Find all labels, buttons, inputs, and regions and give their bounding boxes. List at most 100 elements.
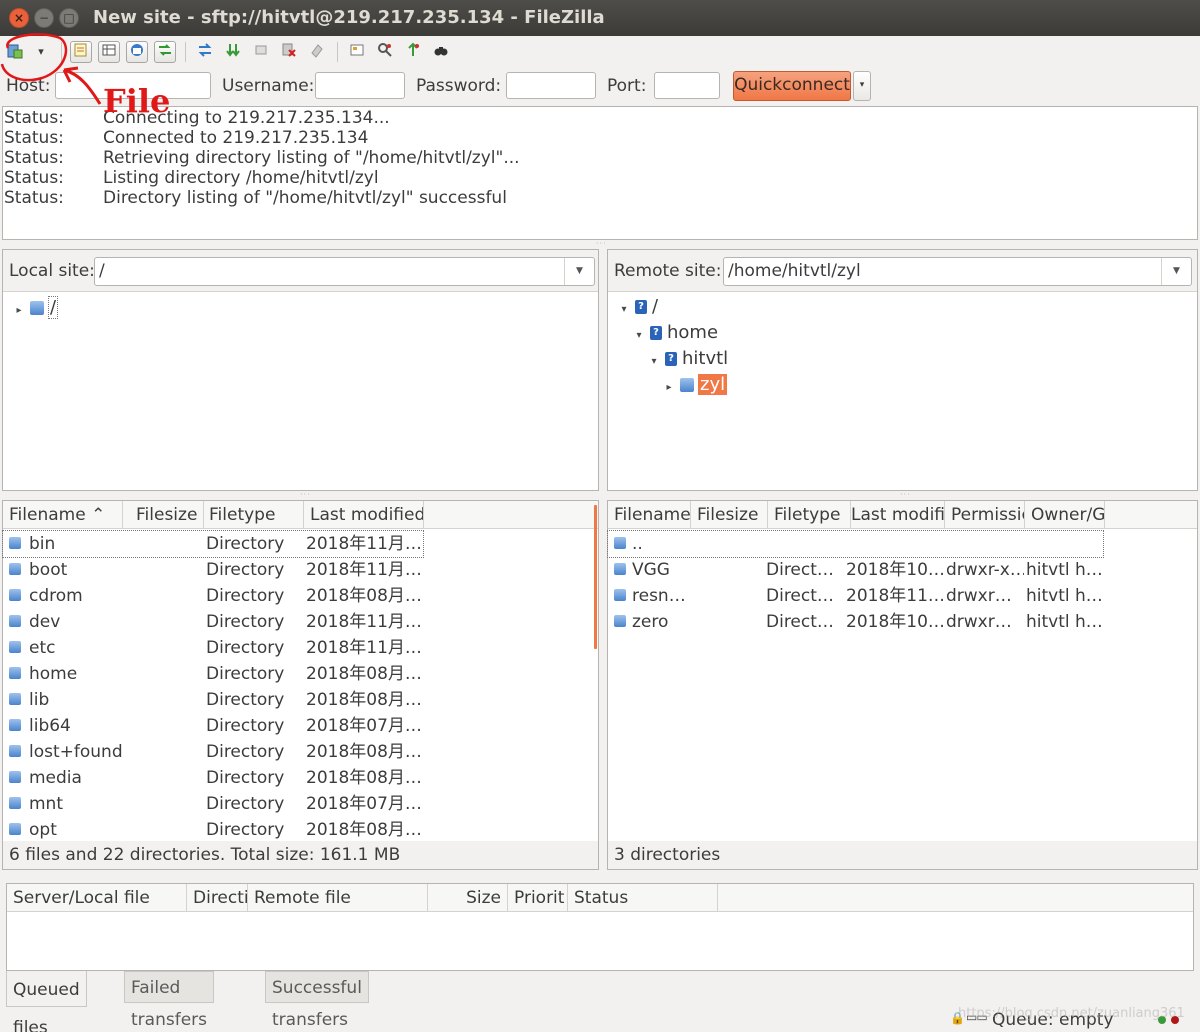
local-tree-icon[interactable] xyxy=(98,41,120,63)
title-bar: × − □ New site - sftp://hitvtl@219.217.2… xyxy=(0,0,1200,36)
splitter-handle[interactable]: ··· xyxy=(300,490,311,499)
local-tree: ▸ / xyxy=(3,292,598,490)
column-filetype[interactable]: Filetype xyxy=(203,501,304,529)
table-row[interactable]: VGG Direct… 2018年10… drwxr-x… hitvtl h… xyxy=(608,557,1103,583)
collapse-icon[interactable]: ▾ xyxy=(647,350,661,374)
cell-type: Directory xyxy=(206,768,285,788)
remote-path-combo[interactable]: /home/hitvtl/zyl ▼ xyxy=(723,257,1192,286)
collapse-icon[interactable]: ▾ xyxy=(617,298,631,322)
table-row[interactable]: mnt Directory 2018年07月… xyxy=(3,791,593,817)
column-server-local-file[interactable]: Server/Local file xyxy=(7,884,187,912)
column-filetype[interactable]: Filetype xyxy=(768,501,851,529)
cell-type: Directory xyxy=(206,612,285,632)
folder-icon xyxy=(9,667,21,679)
table-row[interactable]: etc Directory 2018年11月… xyxy=(3,635,593,661)
local-site-label: Local site: xyxy=(9,261,95,281)
transfer-queue-icon[interactable] xyxy=(154,41,176,63)
column-last-modified[interactable]: Last modified xyxy=(304,501,424,529)
splitter-handle[interactable]: ··· xyxy=(596,239,607,248)
column-filename[interactable]: Filename ⌃ xyxy=(3,501,123,529)
tree-node-hitvtl[interactable]: ▾? hitvtl xyxy=(647,347,728,371)
cell-name: bin xyxy=(29,534,56,554)
cell-name: lost+found xyxy=(29,742,123,762)
table-row[interactable]: lost+found Directory 2018年08月… xyxy=(3,739,593,765)
column-status[interactable]: Status xyxy=(568,884,718,912)
column-priority[interactable]: Priorit xyxy=(508,884,568,912)
table-row[interactable]: lib64 Directory 2018年07月… xyxy=(3,713,593,739)
cell-type: Directory xyxy=(206,820,285,840)
filter-icon[interactable] xyxy=(346,41,368,63)
remote-tree-icon[interactable] xyxy=(126,41,148,63)
disconnect-icon[interactable] xyxy=(278,41,300,63)
remote-file-list: Filename Filesize Filetype Last modifi P… xyxy=(607,500,1198,870)
site-manager-icon[interactable] xyxy=(4,41,26,63)
cell-modified: 2018年10… xyxy=(846,612,944,632)
column-filesize[interactable]: Filesize xyxy=(130,501,204,529)
cell-type: Directory xyxy=(206,690,285,710)
process-queue-icon[interactable] xyxy=(222,41,244,63)
column-direction[interactable]: Directi xyxy=(187,884,248,912)
folder-icon xyxy=(9,641,21,653)
quickconnect-history-dropdown[interactable]: ▾ xyxy=(853,71,871,101)
column-filename[interactable]: Filename xyxy=(608,501,691,529)
cell-modified: 2018年11月… xyxy=(306,612,421,632)
table-row[interactable]: bin Directory 2018年11月… xyxy=(2,530,424,558)
watermark: https://blog.csdn.net/zuanliang361 xyxy=(958,1006,1185,1021)
tab-queued-files[interactable]: Queued files xyxy=(6,971,87,1032)
table-row[interactable]: home Directory 2018年08月… xyxy=(3,661,593,687)
expand-icon[interactable]: ▸ xyxy=(12,299,26,323)
table-row[interactable]: dev Directory 2018年11月… xyxy=(3,609,593,635)
cancel-icon[interactable] xyxy=(250,41,272,63)
table-row[interactable]: resn… Direct… 2018年11… drwxr… hitvtl h… xyxy=(608,583,1103,609)
table-row[interactable]: boot Directory 2018年11月… xyxy=(3,557,593,583)
quickconnect-button[interactable]: Quickconnect xyxy=(733,71,851,101)
column-permissions[interactable]: Permissic xyxy=(945,501,1025,529)
splitter-handle[interactable]: ··· xyxy=(900,490,911,499)
chevron-down-icon[interactable]: ▼ xyxy=(1161,258,1191,285)
column-owner-group[interactable]: Owner/G xyxy=(1025,501,1105,529)
close-window-icon[interactable]: × xyxy=(9,8,29,28)
table-row[interactable]: cdrom Directory 2018年08月… xyxy=(3,583,593,609)
tab-successful-transfers[interactable]: Successful transfers xyxy=(265,971,369,1030)
vertical-scrollbar[interactable] xyxy=(594,505,597,649)
search-icon[interactable] xyxy=(430,41,452,63)
reconnect-icon[interactable] xyxy=(306,41,328,63)
tree-node-zyl[interactable]: ▸ zyl xyxy=(662,373,728,400)
tab-failed-transfers[interactable]: Failed transfers xyxy=(124,971,214,1030)
local-path-value: / xyxy=(99,261,105,281)
collapse-icon[interactable]: ▾ xyxy=(632,324,646,348)
cell-type: Directory xyxy=(206,560,285,580)
remote-list-status: 3 directories xyxy=(608,841,1197,869)
column-filesize[interactable]: Filesize xyxy=(691,501,768,529)
column-size[interactable]: Size xyxy=(428,884,508,912)
folder-icon xyxy=(9,563,21,575)
tree-node-root[interactable]: ▸ / xyxy=(12,296,59,323)
cell-modified: 2018年07月… xyxy=(306,716,421,736)
table-row[interactable]: lib Directory 2018年08月… xyxy=(3,687,593,713)
compare-icon[interactable] xyxy=(374,41,396,63)
site-manager-dropdown-icon[interactable]: ▾ xyxy=(31,41,51,63)
table-row[interactable]: media Directory 2018年08月… xyxy=(3,765,593,791)
table-row[interactable]: opt Directory 2018年08月… xyxy=(3,817,593,843)
chevron-down-icon[interactable]: ▼ xyxy=(564,258,594,285)
table-row[interactable]: .. xyxy=(607,530,1104,558)
transfer-queue: Server/Local file Directi Remote file Si… xyxy=(6,883,1194,971)
local-path-combo[interactable]: / ▼ xyxy=(94,257,595,286)
message-log-icon[interactable] xyxy=(70,41,92,63)
table-row[interactable]: zero Direct… 2018年10… drwxr… hitvtl h… xyxy=(608,609,1103,635)
refresh-icon[interactable] xyxy=(194,41,216,63)
password-input[interactable] xyxy=(506,72,596,99)
column-last-modified[interactable]: Last modifi xyxy=(845,501,945,529)
column-remote-file[interactable]: Remote file xyxy=(248,884,428,912)
minimize-window-icon[interactable]: − xyxy=(34,8,54,28)
cell-name: boot xyxy=(29,560,68,580)
tree-node-home[interactable]: ▾? home xyxy=(632,321,718,345)
username-input[interactable] xyxy=(315,72,405,99)
sync-browse-icon[interactable] xyxy=(402,41,424,63)
tree-node-root[interactable]: ▾? / xyxy=(617,295,658,319)
folder-icon xyxy=(614,537,626,549)
cell-type: Direct… xyxy=(766,612,834,632)
expand-icon[interactable]: ▸ xyxy=(662,376,676,400)
maximize-window-icon[interactable]: □ xyxy=(59,8,79,28)
port-input[interactable] xyxy=(654,72,720,99)
